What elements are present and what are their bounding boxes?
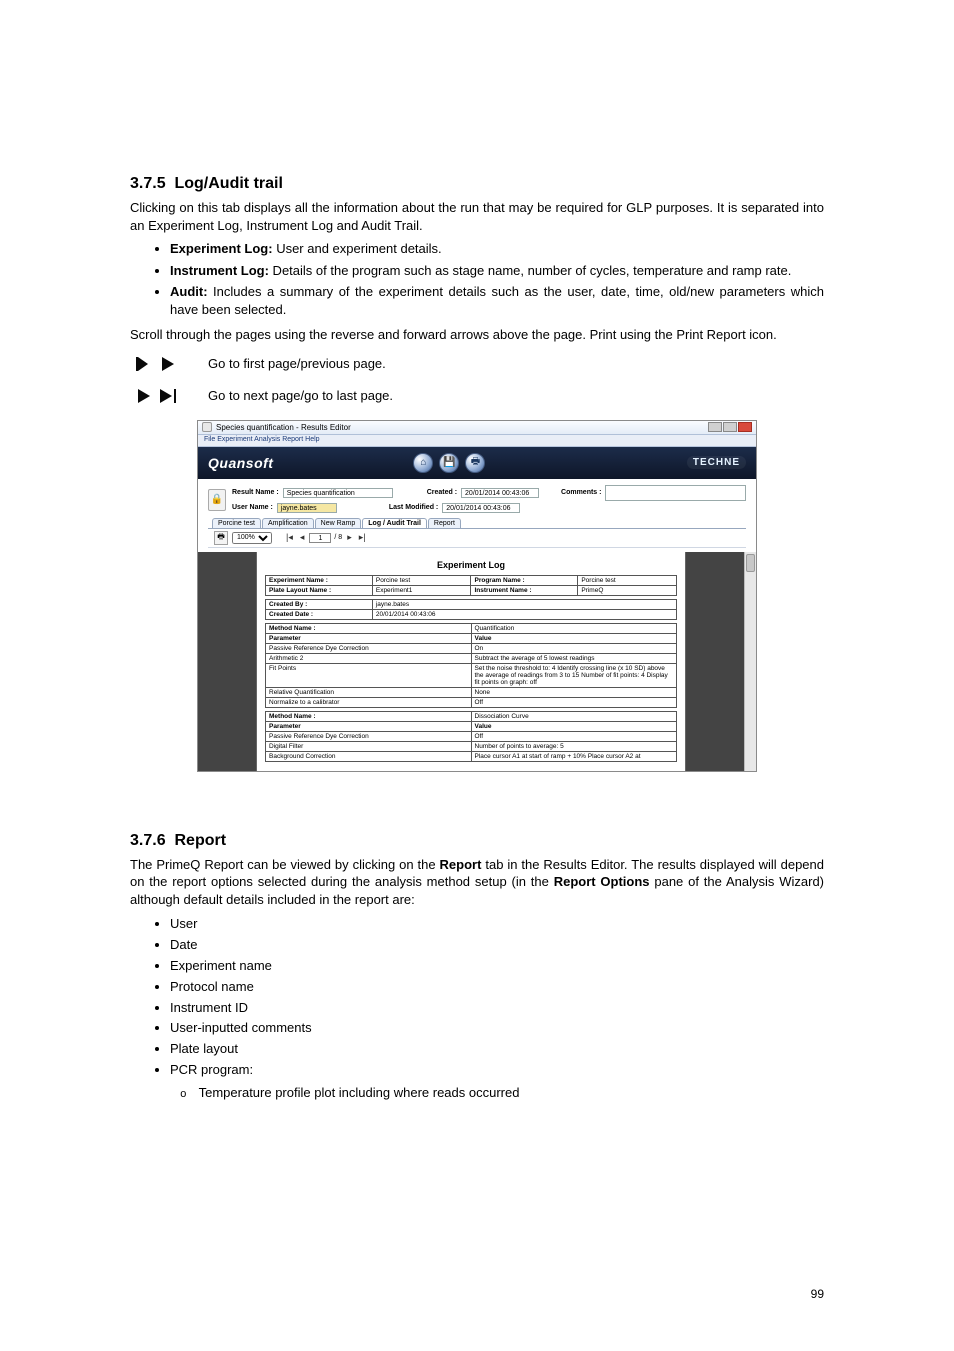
list-item: Instrument ID: [170, 998, 824, 1019]
method2-table: Method Name :Dissociation Curve Paramete…: [265, 711, 677, 762]
created-field: 20/01/2014 00:43:06: [461, 488, 539, 498]
page-number-field[interactable]: 1: [309, 533, 331, 543]
menubar[interactable]: File Experiment Analysis Report Help: [198, 435, 756, 447]
bullet-experiment-log: Experiment Log: User and experiment deta…: [170, 240, 824, 258]
experiment-header-table: Experiment Name :Porcine test Program Na…: [265, 575, 677, 596]
section-375-bullets: Experiment Log: User and experiment deta…: [170, 240, 824, 318]
report-default-sublist: Temperature profile plot including where…: [180, 1083, 824, 1105]
scroll-hint: Scroll through the pages using the rever…: [130, 326, 824, 344]
first-page-icon[interactable]: |◂: [284, 532, 295, 543]
user-name-label: User Name :: [232, 504, 273, 511]
toolbar-orb-home-icon[interactable]: ⌂: [413, 453, 433, 473]
maximize-button[interactable]: [723, 422, 737, 432]
page-total: / 8: [334, 534, 342, 541]
zoom-select[interactable]: 100%: [232, 532, 272, 544]
list-item: Plate layout: [170, 1039, 824, 1060]
app-window-icon: [202, 422, 212, 432]
window-titlebar: Species quantification - Results Editor: [198, 421, 756, 435]
result-tabs: Porcine test Amplification New Ramp Log …: [208, 518, 746, 528]
close-button[interactable]: [738, 422, 752, 432]
last-page-icon[interactable]: ▸|: [357, 532, 368, 543]
print-report-button[interactable]: 🖶: [214, 531, 228, 545]
bullet-instrument-log: Instrument Log: Details of the program s…: [170, 262, 824, 280]
comments-field[interactable]: [605, 485, 746, 501]
techne-badge: TECHNE: [687, 456, 746, 469]
report-margin-right: [686, 552, 744, 771]
lock-icon: 🔒: [208, 489, 226, 511]
nav-text-prev: Go to first page/previous page.: [208, 356, 386, 371]
quansoft-screenshot: Species quantification - Results Editor …: [197, 420, 757, 772]
tab-report[interactable]: Report: [428, 518, 461, 528]
section-375-intro: Clicking on this tab displays all the in…: [130, 199, 824, 234]
report-margin-left: [198, 552, 256, 771]
tab-porcine-test[interactable]: Porcine test: [212, 518, 261, 528]
tab-amplification[interactable]: Amplification: [262, 518, 314, 528]
result-name-label: Result Name :: [232, 489, 279, 496]
next-page-icon[interactable]: ▸: [345, 532, 354, 543]
method1-table: Method Name :Quantification ParameterVal…: [265, 623, 677, 708]
report-heading: Experiment Log: [265, 560, 677, 570]
list-item: Temperature profile plot including where…: [180, 1083, 824, 1105]
comments-label: Comments :: [561, 489, 601, 496]
list-item: Experiment name: [170, 956, 824, 977]
prev-page-icon[interactable]: ◂: [298, 532, 307, 543]
report-default-list: User Date Experiment name Protocol name …: [170, 914, 824, 1080]
toolbar-orb-print-icon[interactable]: 🖶: [465, 453, 485, 473]
lastmod-label: Last Modified :: [389, 504, 438, 511]
nav-row-next: Go to next page/go to last page.: [130, 384, 824, 408]
tab-new-ramp[interactable]: New Ramp: [315, 518, 362, 528]
created-table: Created By :jayne.bates Created Date :20…: [265, 599, 677, 620]
nav-row-prev: Go to first page/previous page.: [130, 352, 824, 376]
result-name-field[interactable]: Species quantification: [283, 488, 393, 498]
created-label: Created :: [427, 489, 457, 496]
scroll-thumb[interactable]: [746, 554, 755, 572]
brand-logo: Quansoft: [208, 455, 273, 471]
list-item: PCR program:: [170, 1060, 824, 1081]
tab-log-audit-trail[interactable]: Log / Audit Trail: [362, 518, 427, 528]
vertical-scrollbar[interactable]: [744, 552, 756, 771]
nav-text-next: Go to next page/go to last page.: [208, 388, 393, 403]
report-page: Experiment Log Experiment Name :Porcine …: [256, 552, 686, 771]
next-last-icon: [130, 384, 190, 408]
app-banner: Quansoft ⌂ 💾 🖶 TECHNE: [198, 447, 756, 479]
window-title: Species quantification - Results Editor: [216, 423, 351, 432]
window-buttons[interactable]: [708, 422, 752, 432]
section-376-heading: 3.7.6 Report: [130, 832, 824, 850]
first-prev-icon: [130, 352, 190, 376]
toolbar-orb-save-icon[interactable]: 💾: [439, 453, 459, 473]
section-375-heading: 3.7.5 Log/Audit trail: [130, 175, 824, 193]
list-item: User-inputted comments: [170, 1018, 824, 1039]
list-item: Date: [170, 935, 824, 956]
bullet-audit: Audit: Includes a summary of the experim…: [170, 283, 824, 318]
minimize-button[interactable]: [708, 422, 722, 432]
page-number: 99: [811, 1287, 824, 1301]
list-item: User: [170, 914, 824, 935]
section-376-para: The PrimeQ Report can be viewed by click…: [130, 856, 824, 909]
list-item: Protocol name: [170, 977, 824, 998]
user-name-field[interactable]: jayne.bates: [277, 503, 337, 513]
lastmod-field: 20/01/2014 00:43:06: [442, 503, 520, 513]
